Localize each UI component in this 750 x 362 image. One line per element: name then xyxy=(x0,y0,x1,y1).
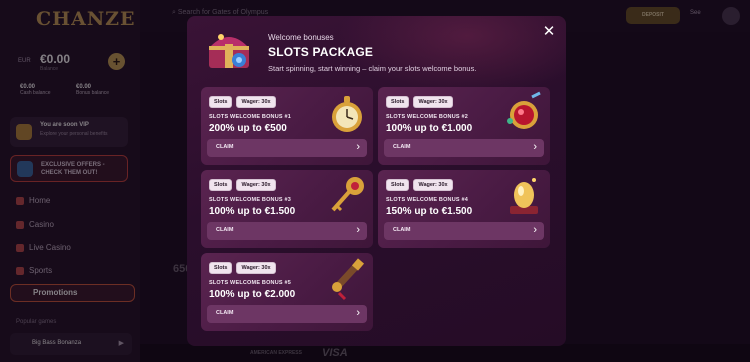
bonus-label: SLOTS WELCOME BONUS #5 xyxy=(209,280,292,286)
wager-tag: Wager: 30x xyxy=(236,96,276,108)
close-icon[interactable]: ✕ xyxy=(542,24,556,39)
wager-tag: Wager: 30x xyxy=(413,96,453,108)
claim-button[interactable]: CLAIM › xyxy=(384,222,544,240)
amulet-icon xyxy=(507,91,541,129)
wager-tag: Wager: 30x xyxy=(236,262,276,274)
modal-title: SLOTS PACKAGE xyxy=(268,45,374,59)
welcome-bonus-modal: Welcome bonuses SLOTS PACKAGE Start spin… xyxy=(187,16,566,346)
chevron-right-icon: › xyxy=(533,224,537,236)
chevron-right-icon: › xyxy=(356,141,360,153)
claim-label: CLAIM xyxy=(393,144,411,150)
wager-tag: Wager: 30x xyxy=(413,179,453,191)
modal-description: Start spinning, start winning – claim yo… xyxy=(268,64,477,73)
slots-tag: Slots xyxy=(209,96,233,108)
slots-tag: Slots xyxy=(209,262,233,274)
claim-button[interactable]: CLAIM › xyxy=(384,139,544,157)
bonus-label: SLOTS WELCOME BONUS #3 xyxy=(209,197,292,203)
bonus-amount: 100% up to €2.000 xyxy=(209,289,296,300)
bonus-card: Slots Wager: 30x SLOTS WELCOME BONUS #3 1… xyxy=(201,170,373,248)
bonus-label: SLOTS WELCOME BONUS #1 xyxy=(209,114,292,120)
bonus-label: SLOTS WELCOME BONUS #2 xyxy=(386,114,469,120)
bonus-card: Slots Wager: 30x SLOTS WELCOME BONUS #1 2… xyxy=(201,87,373,165)
claim-label: CLAIM xyxy=(216,144,234,150)
claim-button[interactable]: CLAIM › xyxy=(207,222,367,240)
chevron-right-icon: › xyxy=(356,307,360,319)
slots-tag: Slots xyxy=(386,96,410,108)
bonus-amount: 100% up to €1.500 xyxy=(209,206,296,217)
claim-label: CLAIM xyxy=(216,310,234,316)
telescope-icon xyxy=(332,258,365,301)
bonus-amount: 200% up to €500 xyxy=(209,123,287,134)
claim-label: CLAIM xyxy=(393,227,411,233)
chevron-right-icon: › xyxy=(533,141,537,153)
golden-egg-icon xyxy=(510,178,538,214)
claim-label: CLAIM xyxy=(216,227,234,233)
pocket-watch-icon xyxy=(332,96,362,132)
chevron-right-icon: › xyxy=(356,224,360,236)
bonus-amount: 100% up to €1.000 xyxy=(386,123,473,134)
wager-tag: Wager: 30x xyxy=(236,179,276,191)
bonus-card: Slots Wager: 30x SLOTS WELCOME BONUS #2 1… xyxy=(378,87,550,165)
bonus-amount: 150% up to €1.500 xyxy=(386,206,473,217)
bonus-card: Slots Wager: 30x SLOTS WELCOME BONUS #5 1… xyxy=(201,253,373,331)
slots-tag: Slots xyxy=(209,179,233,191)
bonus-card: Slots Wager: 30x SLOTS WELCOME BONUS #4 1… xyxy=(378,170,550,248)
bonus-label: SLOTS WELCOME BONUS #4 xyxy=(386,197,469,203)
treasure-chest-icon xyxy=(209,34,249,68)
claim-button[interactable]: CLAIM › xyxy=(207,305,367,323)
slots-tag: Slots xyxy=(386,179,410,191)
modal-supertitle: Welcome bonuses xyxy=(268,33,334,42)
claim-button[interactable]: CLAIM › xyxy=(207,139,367,157)
key-icon xyxy=(331,177,364,212)
